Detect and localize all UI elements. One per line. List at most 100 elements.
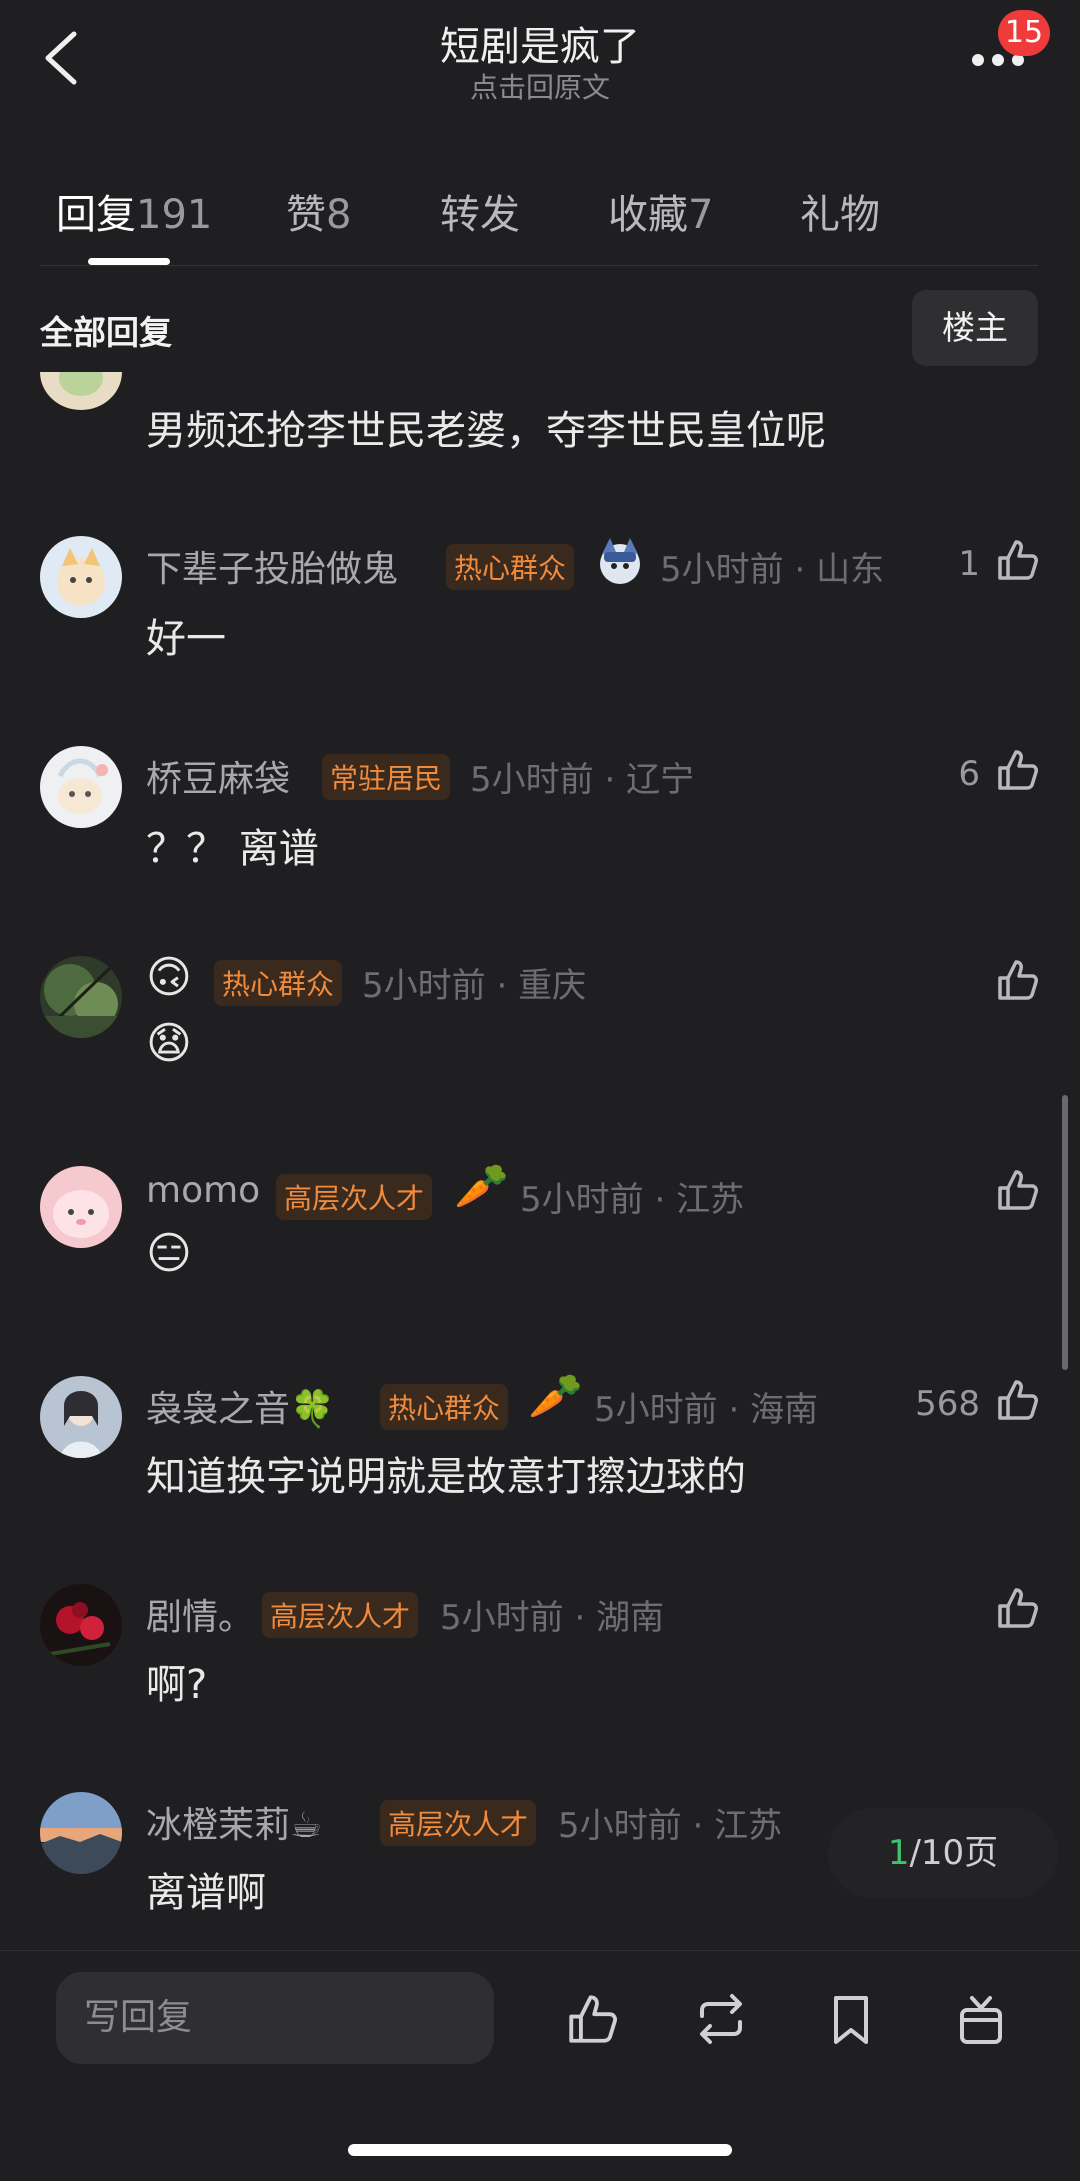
user-badge: 热心群众 <box>214 960 343 1006</box>
comment-username[interactable]: 桥豆麻袋 <box>146 750 290 802</box>
comment-time: 5小时前 <box>594 1390 718 1430</box>
comment-username[interactable]: 下辈子投胎做鬼 <box>146 540 398 592</box>
carrot-icon: 🥕 <box>454 1161 509 1212</box>
comment-meta: 5小时前 · 山东 <box>660 550 885 590</box>
op-only-button[interactable]: 楼主 <box>912 290 1038 366</box>
comment-time: 5小时前 <box>520 1180 644 1220</box>
coffee-icon: ☕ <box>290 1805 323 1846</box>
thumbs-up-icon <box>569 1995 617 2043</box>
comment-time: 5小时前 <box>470 760 594 800</box>
avatar[interactable] <box>40 372 122 412</box>
comment-content: 😑 <box>146 1228 192 1279</box>
comment-time: 5小时前 <box>440 1598 564 1638</box>
comment-meta: 5小时前 · 湖南 <box>440 1598 665 1638</box>
like-button[interactable] <box>994 536 1042 584</box>
comment-location: 山东 <box>816 550 885 590</box>
comment-content: 知道换字说明就是故意打擦边球的 <box>146 1454 746 1500</box>
user-badge: 热心群众 <box>380 1384 509 1430</box>
reply-input[interactable]: 写回复 <box>56 1972 494 2064</box>
user-badge: 热心群众 <box>446 544 575 590</box>
total-pages: /10页 <box>909 1833 999 1873</box>
tab-label: 回复 <box>56 192 136 238</box>
comment-content: 离谱啊 <box>146 1870 266 1916</box>
like-button[interactable] <box>994 956 1042 1004</box>
active-tab-indicator <box>88 258 170 265</box>
avatar[interactable] <box>40 1166 122 1248</box>
comment-content: 好一 <box>146 616 226 662</box>
like-button[interactable] <box>994 1166 1042 1214</box>
like-button[interactable] <box>994 1584 1042 1632</box>
all-replies-label[interactable]: 全部回复 <box>40 306 172 354</box>
back-to-original-link[interactable]: 点击回原文 <box>0 66 1080 106</box>
tab-gifts[interactable]: 礼物 <box>800 182 880 240</box>
home-indicator[interactable] <box>348 2144 732 2156</box>
bookmark-button[interactable] <box>822 1990 880 2048</box>
user-badge: 高层次人才 <box>262 1592 419 1638</box>
avatar[interactable] <box>40 1376 122 1458</box>
comment-location: 江苏 <box>676 1180 745 1220</box>
comment-content: 😧 <box>146 1018 192 1069</box>
comment-content: 啊? <box>146 1662 208 1708</box>
tab-label: 收藏 <box>608 192 688 238</box>
comment-username[interactable]: 剧情。 <box>146 1588 254 1640</box>
comment-meta: 5小时前 · 海南 <box>594 1390 819 1430</box>
page-indicator[interactable]: 1/10页 <box>828 1808 1058 1898</box>
tab-count: 191 <box>136 192 213 238</box>
like-count: 6 <box>958 754 980 794</box>
avatar[interactable] <box>40 746 122 828</box>
thumbs-up-icon <box>998 1380 1038 1420</box>
like-count: 568 <box>915 1384 980 1424</box>
comment-location: 重庆 <box>518 966 587 1006</box>
like-count: 1 <box>958 544 980 584</box>
like-button[interactable] <box>994 746 1042 794</box>
gift-button[interactable] <box>952 1990 1010 2048</box>
clover-icon: 🍀 <box>290 1389 335 1430</box>
tab-replies[interactable]: 回复191 <box>56 182 212 240</box>
carrot-icon: 🥕 <box>528 1371 583 1422</box>
tab-label: 礼物 <box>800 192 880 238</box>
comment-meta: 5小时前 · 辽宁 <box>470 760 695 800</box>
avatar[interactable] <box>40 1584 122 1666</box>
page-title: 短剧是疯了 <box>440 24 640 70</box>
thumbs-up-icon <box>998 1588 1038 1628</box>
thumbs-up-icon <box>998 540 1038 580</box>
tab-reposts[interactable]: 转发 <box>440 182 520 240</box>
comment-meta: 5小时前 · 重庆 <box>362 966 587 1006</box>
tab-count: 8 <box>326 192 352 238</box>
comment-time: 5小时前 <box>558 1806 682 1846</box>
notification-badge: 15 <box>998 10 1050 56</box>
repost-button[interactable] <box>692 1990 750 2048</box>
comment-location: 辽宁 <box>626 760 695 800</box>
comment-time: 5小时前 <box>362 966 486 1006</box>
comment-location: 海南 <box>750 1390 819 1430</box>
tab-count: 7 <box>688 192 714 238</box>
tab-label: 赞 <box>286 192 326 238</box>
user-badge: 常驻居民 <box>322 754 451 800</box>
comment-location: 湖南 <box>596 1598 665 1638</box>
comment-username[interactable]: 袅袅之音🍀 <box>146 1380 335 1432</box>
tab-likes[interactable]: 赞8 <box>286 182 351 240</box>
tab-favorites[interactable]: 收藏7 <box>608 182 713 240</box>
comment-username[interactable]: momo <box>146 1170 260 1211</box>
like-post-button[interactable] <box>564 1990 622 2048</box>
like-button[interactable] <box>994 1376 1042 1424</box>
comment-location: 江苏 <box>714 1806 783 1846</box>
avatar[interactable] <box>40 956 122 1038</box>
comment-username[interactable]: 冰橙茉莉☕ <box>146 1796 322 1848</box>
username-text: 冰橙茉莉 <box>146 1805 291 1846</box>
current-page: 1 <box>887 1833 910 1873</box>
comment-time: 5小时前 <box>660 550 784 590</box>
comment-content: 男频还抢李世民老婆，夺李世民皇位呢 <box>146 408 826 454</box>
user-badge: 高层次人才 <box>276 1174 433 1220</box>
thumbs-up-icon <box>998 960 1038 1000</box>
comment-username[interactable]: 🙃 <box>146 952 192 1003</box>
bookmark-icon <box>834 1996 868 2044</box>
scrollbar[interactable] <box>1062 1095 1068 1370</box>
avatar[interactable] <box>40 536 122 618</box>
thumbs-up-icon <box>998 750 1038 790</box>
avatar[interactable] <box>40 1792 122 1874</box>
comment-meta: 5小时前 · 江苏 <box>520 1180 745 1220</box>
user-badge: 高层次人才 <box>380 1800 537 1846</box>
tab-label: 转发 <box>440 192 520 238</box>
repost-icon <box>700 1994 742 2044</box>
